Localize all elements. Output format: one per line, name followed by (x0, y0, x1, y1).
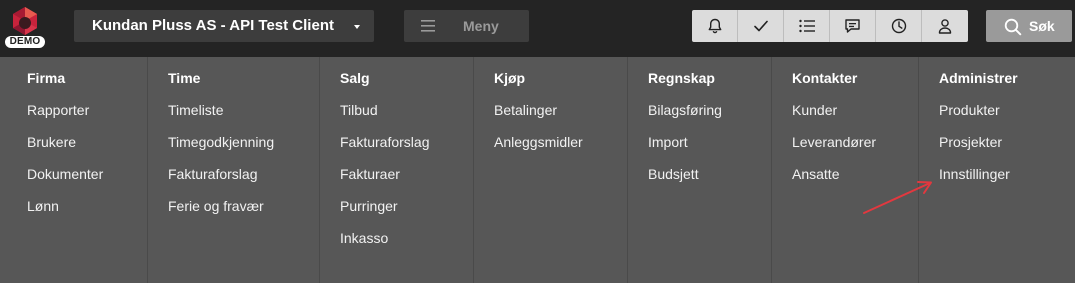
menu-item-anleggsmidler[interactable]: Anleggsmidler (494, 134, 583, 150)
menu-item-betalinger[interactable]: Betalinger (494, 102, 557, 118)
company-selector[interactable]: Kundan Pluss AS - API Test Client (74, 10, 374, 42)
menu-column-kontakter: Kontakter Kunder Leverandører Ansatte (771, 57, 918, 283)
menu-item-kunder[interactable]: Kunder (792, 102, 837, 118)
notifications-button[interactable] (692, 10, 738, 42)
toolbar-icon-group (692, 10, 968, 42)
top-bar: DEMO Kundan Pluss AS - API Test Client M… (0, 0, 1075, 57)
tasks-button[interactable] (738, 10, 784, 42)
menu-column-title: Time (168, 70, 201, 86)
menu-item-prosjekter[interactable]: Prosjekter (939, 134, 1002, 150)
search-button-label: Søk (1029, 18, 1055, 34)
menu-column-title: Kontakter (792, 70, 858, 86)
menu-column-title: Regnskap (648, 70, 715, 86)
demo-badge: DEMO (5, 36, 45, 48)
profile-button[interactable] (922, 10, 968, 42)
check-icon (753, 20, 768, 32)
search-icon (1004, 18, 1022, 36)
mega-menu: Firma Rapporter Brukere Dokumenter Lønn … (0, 57, 1075, 283)
company-name: Kundan Pluss AS - API Test Client (92, 17, 334, 34)
menu-item-timeliste[interactable]: Timeliste (168, 102, 224, 118)
menu-column-regnskap: Regnskap Bilagsføring Import Budsjett (627, 57, 771, 283)
menu-column-title: Salg (340, 70, 370, 86)
menu-item-dokumenter[interactable]: Dokumenter (27, 166, 103, 182)
menu-column-salg: Salg Tilbud Fakturaforslag Fakturaer Pur… (319, 57, 473, 283)
list-button[interactable] (784, 10, 830, 42)
menu-column-title: Firma (27, 70, 66, 86)
menu-column-title: Administrer (939, 70, 1018, 86)
chat-icon (845, 19, 860, 33)
menu-item-budsjett[interactable]: Budsjett (648, 166, 699, 182)
menu-item-ferie-og-fravaer[interactable]: Ferie og fravær (168, 198, 264, 214)
menu-item-ansatte[interactable]: Ansatte (792, 166, 839, 182)
menu-item-bilagsforing[interactable]: Bilagsføring (648, 102, 722, 118)
menu-item-leverandorer[interactable]: Leverandører (792, 134, 876, 150)
menu-button[interactable]: Meny (404, 10, 529, 42)
menu-column-firma: Firma Rapporter Brukere Dokumenter Lønn (0, 57, 147, 283)
menu-item-rapporter[interactable]: Rapporter (27, 102, 89, 118)
menu-column-administrer: Administrer Produkter Prosjekter Innstil… (918, 57, 1075, 283)
bell-icon (708, 18, 721, 34)
menu-item-produkter[interactable]: Produkter (939, 102, 1000, 118)
search-button[interactable]: Søk (986, 10, 1072, 42)
list-icon (798, 19, 815, 33)
annotation-arrow-icon (863, 181, 932, 214)
menu-column-kjop: Kjøp Betalinger Anleggsmidler (473, 57, 627, 283)
menu-item-fakturaforslag[interactable]: Fakturaforslag (340, 134, 429, 150)
menu-column-title: Kjøp (494, 70, 526, 86)
messages-button[interactable] (830, 10, 876, 42)
menu-item-fakturaforslag[interactable]: Fakturaforslag (168, 166, 257, 182)
hamburger-icon (421, 20, 435, 32)
user-icon (938, 19, 952, 34)
history-button[interactable] (876, 10, 922, 42)
menu-item-tilbud[interactable]: Tilbud (340, 102, 378, 118)
menu-item-purringer[interactable]: Purringer (340, 198, 398, 214)
menu-item-inkasso[interactable]: Inkasso (340, 230, 388, 246)
menu-item-fakturaer[interactable]: Fakturaer (340, 166, 400, 182)
caret-down-icon (354, 25, 360, 29)
menu-item-lonn[interactable]: Lønn (27, 198, 59, 214)
menu-item-innstillinger[interactable]: Innstillinger (939, 166, 1010, 182)
menu-button-label: Meny (463, 18, 499, 34)
menu-item-brukere[interactable]: Brukere (27, 134, 76, 150)
menu-item-import[interactable]: Import (648, 134, 688, 150)
menu-column-time: Time Timeliste Timegodkjenning Fakturafo… (147, 57, 319, 283)
clock-icon (891, 18, 906, 34)
menu-item-timegodkjenning[interactable]: Timegodkjenning (168, 134, 274, 150)
